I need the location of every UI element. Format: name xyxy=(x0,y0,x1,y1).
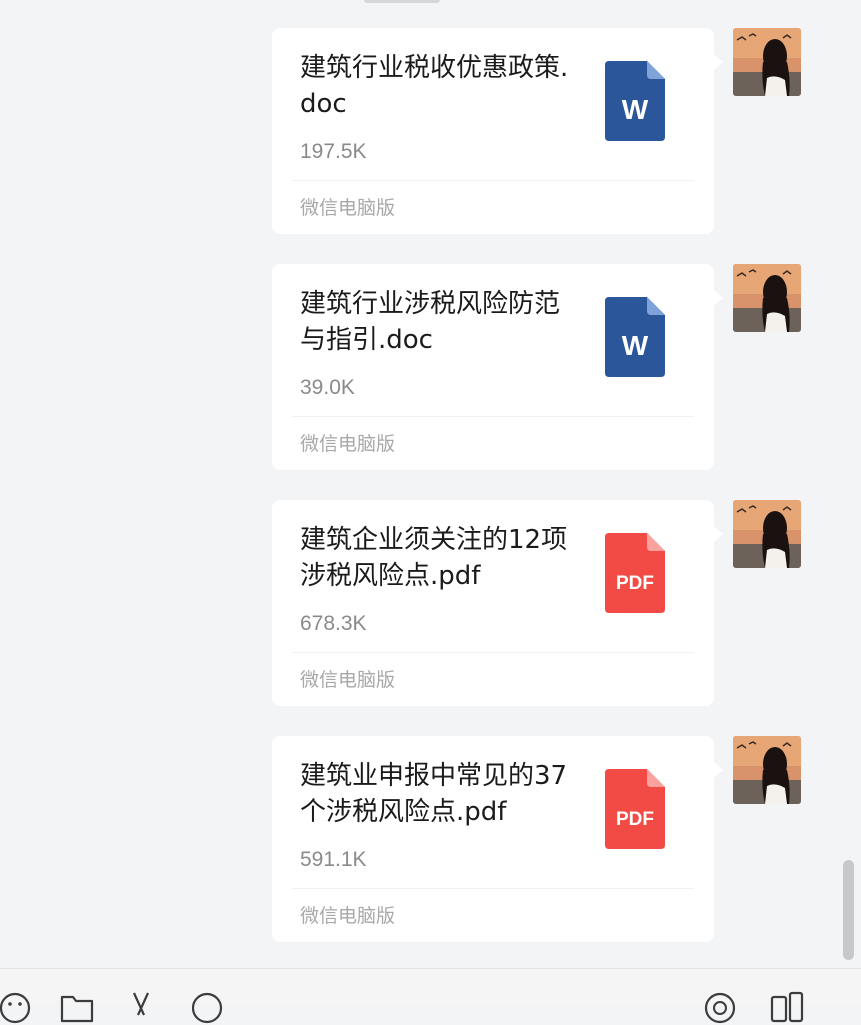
emoji-icon[interactable] xyxy=(0,991,32,1025)
chat-message: 建筑行业税收优惠政策.doc 197.5K 微信电脑版 W xyxy=(0,28,861,234)
file-source-label: 微信电脑版 xyxy=(300,669,396,691)
avatar[interactable] xyxy=(733,500,801,568)
input-toolbar xyxy=(0,968,861,1024)
file-message-bubble[interactable]: 建筑行业税收优惠政策.doc 197.5K 微信电脑版 W xyxy=(272,28,723,234)
avatar-image xyxy=(733,500,801,568)
scissors-icon[interactable] xyxy=(124,991,158,1025)
chat-scrollbar[interactable] xyxy=(843,860,854,960)
file-name: 建筑业申报中常见的37个涉税风险点.pdf xyxy=(300,761,568,827)
history-icon[interactable] xyxy=(703,991,737,1025)
chat-message: 建筑业申报中常见的37个涉税风险点.pdf 591.1K 微信电脑版 PDF xyxy=(0,736,861,942)
chat-message: 建筑企业须关注的12项涉税风险点.pdf 678.3K 微信电脑版 PDF xyxy=(0,500,861,706)
file-size: 197.5K xyxy=(300,140,367,163)
file-type-label: PDF xyxy=(616,809,654,830)
file-type-label: PDF xyxy=(616,573,654,594)
file-type-label: W xyxy=(622,94,649,125)
divider xyxy=(292,180,694,181)
video-call-icon[interactable] xyxy=(770,991,804,1025)
avatar-image xyxy=(733,264,801,332)
file-name: 建筑行业税收优惠政策.doc xyxy=(300,53,569,119)
file-size: 678.3K xyxy=(300,612,367,635)
file-message-bubble[interactable]: 建筑行业涉税风险防范与指引.doc 39.0K 微信电脑版 W xyxy=(272,264,723,470)
chat-message: 建筑行业涉税风险防范与指引.doc 39.0K 微信电脑版 W xyxy=(0,264,861,470)
file-type-label: W xyxy=(622,330,649,361)
avatar-image xyxy=(733,28,801,96)
file-message-bubble[interactable]: 建筑企业须关注的12项涉税风险点.pdf 678.3K 微信电脑版 PDF xyxy=(272,500,723,706)
file-size: 591.1K xyxy=(300,848,367,871)
avatar[interactable] xyxy=(733,264,801,332)
divider xyxy=(292,888,694,889)
folder-icon[interactable] xyxy=(60,991,94,1025)
word-file-icon: W xyxy=(605,297,665,377)
file-name: 建筑行业涉税风险防范与指引.doc xyxy=(300,289,561,355)
file-source-label: 微信电脑版 xyxy=(300,905,396,927)
file-name: 建筑企业须关注的12项涉税风险点.pdf xyxy=(300,525,568,591)
word-file-icon: W xyxy=(605,61,665,141)
scroll-top-indicator xyxy=(364,0,440,3)
file-source-label: 微信电脑版 xyxy=(300,197,396,219)
avatar[interactable] xyxy=(733,736,801,804)
pdf-file-icon: PDF xyxy=(605,533,665,613)
divider xyxy=(292,652,694,653)
file-source-label: 微信电脑版 xyxy=(300,433,396,455)
avatar[interactable] xyxy=(733,28,801,96)
chat-bubble-icon[interactable] xyxy=(190,991,224,1025)
avatar-image xyxy=(733,736,801,804)
divider xyxy=(292,416,694,417)
pdf-file-icon: PDF xyxy=(605,769,665,849)
file-message-bubble[interactable]: 建筑业申报中常见的37个涉税风险点.pdf 591.1K 微信电脑版 PDF xyxy=(272,736,723,942)
file-size: 39.0K xyxy=(300,376,355,399)
chat-message-area[interactable]: 建筑行业税收优惠政策.doc 197.5K 微信电脑版 W 建筑行业涉税风险防范… xyxy=(0,0,861,968)
